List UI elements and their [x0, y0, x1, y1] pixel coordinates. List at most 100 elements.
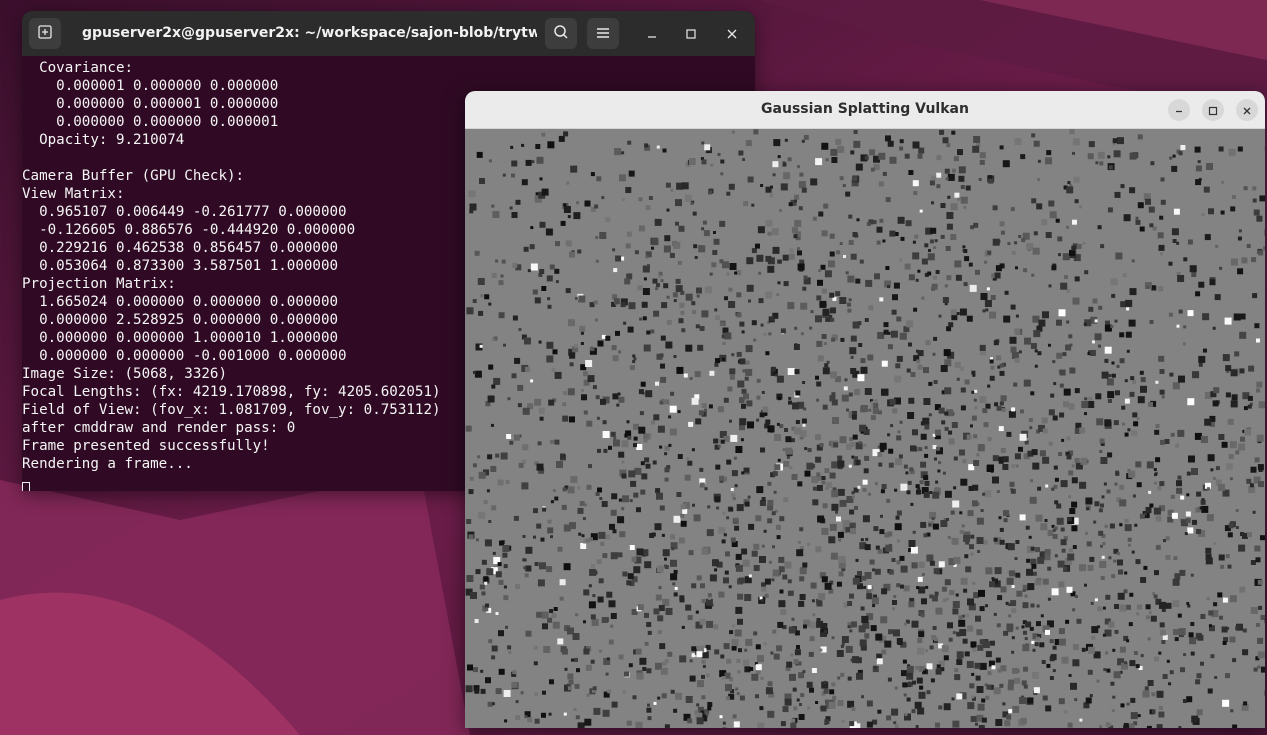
splat-point [1199, 506, 1203, 510]
splat-point [642, 667, 647, 671]
splat-point [780, 721, 786, 727]
splat-point [973, 434, 978, 439]
render-window-titlebar[interactable]: Gaussian Splatting Vulkan [465, 91, 1265, 129]
splat-point [479, 584, 485, 590]
splat-point [1112, 648, 1116, 652]
splat-point [1194, 432, 1202, 440]
splat-point [915, 278, 919, 282]
splat-point [680, 513, 685, 518]
splat-point [986, 287, 990, 291]
splat-point [875, 633, 883, 641]
splat-point [810, 178, 818, 186]
splat-point [1119, 358, 1125, 364]
splat-point [994, 272, 1001, 279]
splat-point [816, 340, 823, 347]
splat-point [673, 708, 678, 713]
splat-point [525, 159, 532, 166]
splat-point [773, 139, 781, 147]
splat-point [1127, 428, 1131, 432]
splat-point [972, 145, 980, 153]
terminal-minimize-button[interactable] [640, 22, 664, 46]
terminal-maximize-button[interactable] [679, 22, 703, 46]
new-tab-button[interactable] [29, 18, 61, 49]
splat-point [640, 489, 646, 495]
splat-point [645, 205, 651, 211]
splat-point [772, 246, 780, 254]
splat-point [599, 497, 603, 500]
splat-point [537, 579, 545, 587]
splat-point [555, 241, 560, 247]
splat-point [568, 686, 572, 691]
splat-point [779, 208, 782, 212]
splat-point [1154, 570, 1159, 576]
splat-point [935, 607, 943, 615]
splat-point [1146, 615, 1150, 620]
menu-button[interactable] [587, 18, 619, 49]
render-maximize-button[interactable] [1202, 99, 1224, 121]
splat-point [1087, 669, 1093, 675]
splat-point [799, 172, 804, 177]
splat-point [670, 534, 675, 540]
splat-point [787, 302, 795, 310]
splat-point [800, 302, 808, 310]
splat-point [1235, 450, 1240, 455]
splat-point [590, 172, 595, 177]
splat-point [1203, 186, 1210, 193]
splat-point [589, 568, 597, 576]
splat-point [714, 496, 721, 503]
splat-point [1188, 632, 1194, 638]
render-close-button[interactable] [1236, 99, 1258, 121]
splat-point [908, 274, 915, 281]
splat-point [573, 212, 581, 220]
splat-point [835, 510, 838, 514]
splat-point [831, 157, 838, 163]
splat-point [517, 403, 522, 408]
splat-point [667, 651, 673, 657]
splat-point [594, 318, 598, 322]
splat-point [1129, 187, 1136, 194]
splat-point [1153, 468, 1157, 471]
splat-point [974, 662, 981, 669]
splat-point [1048, 441, 1053, 446]
splat-point [760, 599, 764, 603]
terminal-line: 0.000000 0.000001 0.000000 [22, 96, 279, 112]
splat-point [912, 240, 916, 244]
splat-point [734, 271, 738, 275]
splat-point [698, 410, 704, 416]
splat-point [697, 680, 704, 688]
search-button[interactable] [545, 18, 577, 49]
splat-point [1101, 371, 1109, 379]
splat-point [875, 545, 880, 550]
splat-point [971, 695, 975, 699]
splat-point [841, 720, 845, 723]
splat-point [584, 200, 591, 207]
splat-point [522, 444, 529, 451]
splat-point [715, 358, 720, 364]
splat-point [809, 621, 817, 629]
splat-point [1244, 428, 1252, 436]
splat-point [980, 293, 988, 300]
splat-point [1046, 663, 1051, 668]
terminal-line: 0.000001 0.000000 0.000000 [22, 78, 279, 94]
splat-point [935, 722, 940, 728]
splat-render-viewport[interactable] [465, 129, 1265, 728]
splat-point [1014, 677, 1021, 684]
splat-point [936, 155, 942, 161]
splat-point [1139, 513, 1145, 519]
splat-point [1048, 284, 1052, 288]
splat-point [1235, 526, 1239, 529]
splat-point [1252, 293, 1258, 299]
splat-point [718, 591, 725, 598]
splat-point [1018, 446, 1023, 452]
splat-point [761, 391, 765, 394]
splat-point [690, 202, 694, 205]
splat-point [975, 615, 981, 622]
splat-point [789, 673, 796, 681]
splat-point [723, 643, 730, 650]
splat-point [721, 357, 725, 361]
render-minimize-button[interactable] [1168, 99, 1190, 121]
terminal-close-button[interactable] [720, 22, 744, 46]
splat-point [1068, 470, 1074, 476]
splat-point [767, 518, 773, 524]
splat-point [541, 188, 549, 196]
